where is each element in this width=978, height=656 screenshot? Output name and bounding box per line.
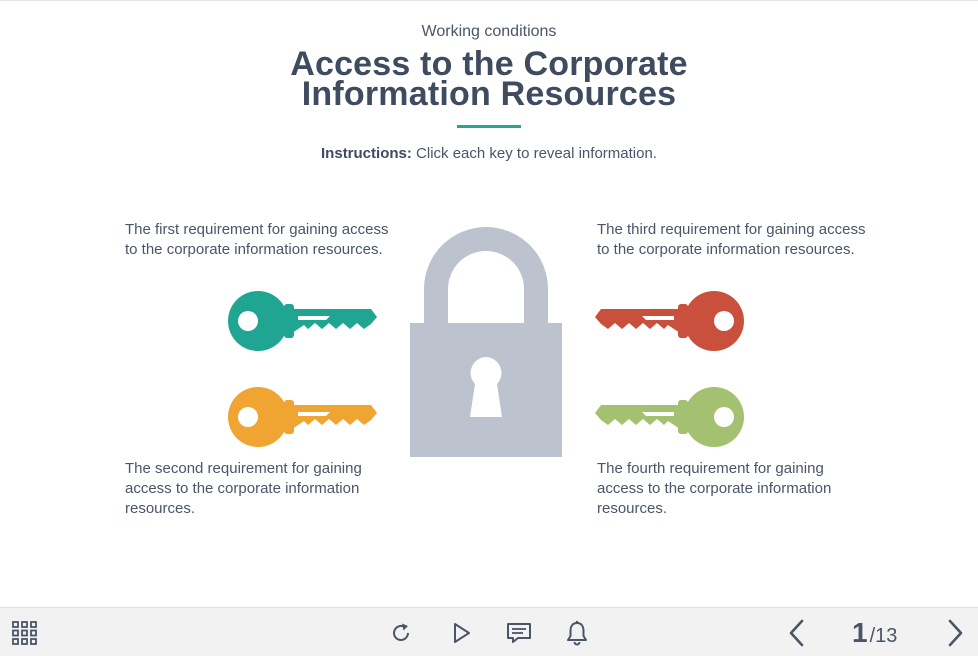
requirement-2-text: The second requirement for gaining acces… [125,460,362,517]
slide-subtitle: Working conditions [421,23,557,40]
replay-icon [393,623,409,641]
instructions-text: Click each key to reveal information. [411,145,657,162]
padlock-shackle [424,227,548,327]
bell-icon [567,621,587,646]
requirement-1-text: The first requirement for gaining access… [125,221,389,258]
play-icon [454,623,470,643]
key-2-shape [228,387,377,447]
instructions: Instructions: Click each key to reveal i… [0,144,978,164]
slide-stage: Working conditions Access to the Corpora… [0,0,978,656]
replay-button[interactable] [386,618,416,648]
key-1-shape [228,291,377,351]
slide-header: Working conditions Access to the Corpora… [0,21,978,164]
total-slides-number: 13 [875,625,898,647]
notification-button[interactable] [562,618,592,648]
key-1-icon[interactable] [226,289,378,353]
menu-button[interactable] [10,618,40,648]
title-line-2: Information Resources [301,75,677,113]
slide-counter: 1 / 13 [852,618,897,648]
keyhole-icon [470,357,502,417]
captions-button[interactable] [504,618,534,648]
next-slide-button[interactable] [940,618,970,648]
chevron-right-icon [948,619,963,647]
requirement-3-text: The third requirement for gaining access… [597,221,866,258]
slide-title: Access to the Corporate Information Reso… [0,47,978,111]
key-4-icon[interactable] [594,385,746,449]
captions-icon [507,623,531,643]
key-3-shape [595,291,744,351]
instructions-label: Instructions: [321,145,412,162]
key-3-icon[interactable] [594,289,746,353]
key-2-icon[interactable] [226,385,378,449]
player-toolbar: 1 / 13 [0,607,978,656]
chevron-left-icon [789,619,804,647]
play-button[interactable] [446,618,476,648]
requirement-4-text: The fourth requirement for gaining acces… [597,460,832,517]
grid-menu-icon [12,621,37,645]
previous-slide-button[interactable] [782,618,812,648]
padlock-icon [410,227,562,457]
title-underline [457,125,521,128]
current-slide-number: 1 [852,617,868,648]
key-4-shape [595,387,744,447]
